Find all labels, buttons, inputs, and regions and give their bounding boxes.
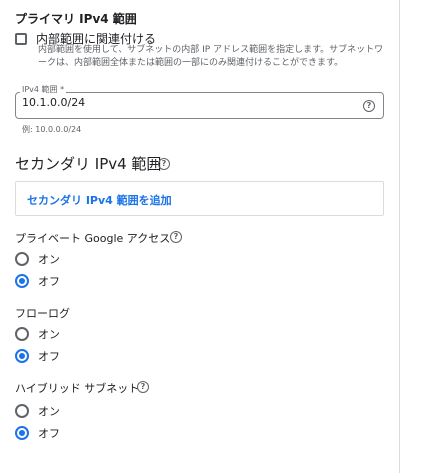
hybrid-subnet-off-option[interactable]: オフ [15, 425, 60, 441]
flow-logs-off-option[interactable]: オフ [15, 348, 60, 364]
private-google-access-off-label[interactable]: オフ [38, 273, 60, 289]
flow-logs-label: フローログ [15, 307, 70, 320]
add-secondary-ipv4-button[interactable]: セカンダリ IPv4 範囲を追加 [27, 192, 172, 208]
hybrid-subnet-on-radio[interactable] [15, 404, 29, 418]
panel-right-border [399, 0, 400, 473]
private-google-access-off-option[interactable]: オフ [15, 273, 60, 289]
flow-logs-off-radio[interactable] [15, 349, 29, 363]
internal-range-help-text: 内部範囲を使用して、サブネットの内部 IP アドレス範囲を指定します。サブネット… [38, 45, 384, 68]
flow-logs-off-label[interactable]: オフ [38, 348, 60, 364]
hybrid-subnet-label: ハイブリッド サブネット [15, 382, 140, 395]
hybrid-subnet-on-label[interactable]: オン [38, 403, 60, 419]
flow-logs-on-radio[interactable] [15, 327, 29, 341]
internal-range-checkbox[interactable] [15, 32, 27, 45]
ipv4-range-example: 例: 10.0.0.0/24 [22, 125, 82, 134]
flow-logs-on-option[interactable]: オン [15, 326, 60, 342]
private-google-access-label: プライベート Google アクセス [15, 232, 171, 245]
private-google-access-off-radio[interactable] [15, 274, 29, 288]
hybrid-subnet-off-label[interactable]: オフ [38, 425, 60, 441]
ipv4-range-help-icon[interactable]: ? [363, 100, 375, 112]
flow-logs-on-label[interactable]: オン [38, 326, 60, 342]
hybrid-subnet-off-radio[interactable] [15, 426, 29, 440]
primary-ipv4-title: プライマリ IPv4 範囲 [15, 12, 137, 26]
ipv4-range-field-label: IPv4 範囲 * [20, 84, 67, 96]
private-google-access-on-radio[interactable] [15, 252, 29, 266]
hybrid-subnet-on-option[interactable]: オン [15, 403, 60, 419]
ipv4-range-input[interactable] [22, 96, 342, 109]
private-google-access-on-option[interactable]: オン [15, 251, 60, 267]
secondary-ipv4-title: セカンダリ IPv4 範囲 [15, 155, 162, 173]
hybrid-subnet-help-icon[interactable]: ? [137, 381, 149, 393]
private-google-access-on-label[interactable]: オン [38, 251, 60, 267]
private-google-access-help-icon[interactable]: ? [170, 231, 182, 243]
secondary-ipv4-help-icon[interactable]: ? [158, 158, 170, 170]
